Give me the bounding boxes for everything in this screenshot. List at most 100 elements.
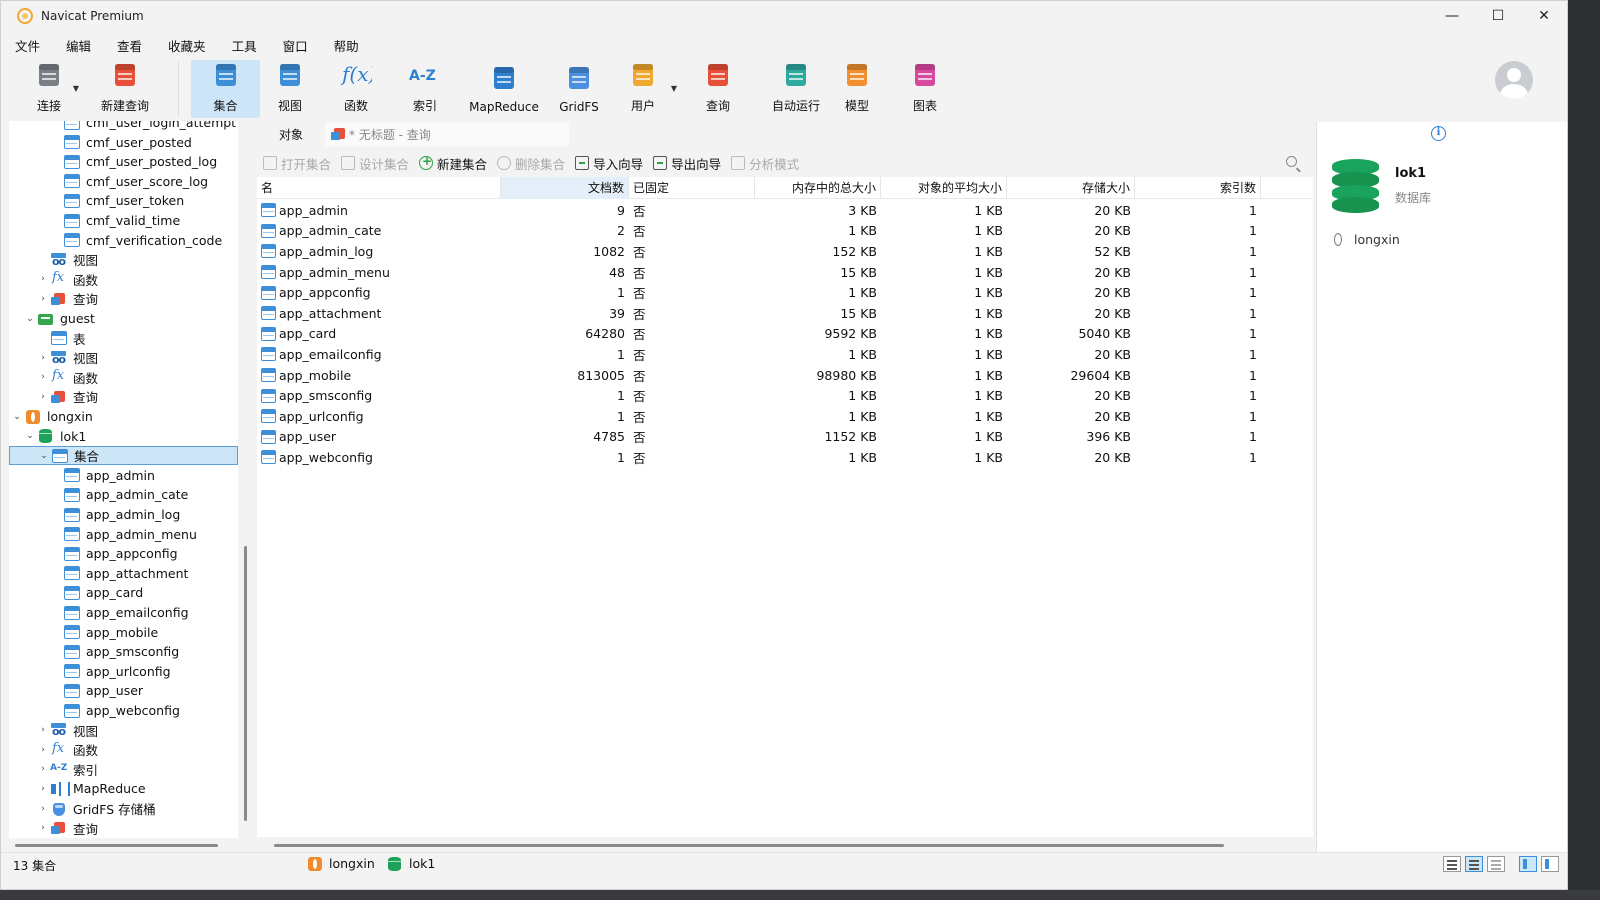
menu-item[interactable]: 查看 bbox=[104, 36, 155, 55]
chevron-down-icon[interactable]: ⌄ bbox=[24, 314, 36, 324]
toolbar-collection-button[interactable]: 集合 bbox=[191, 60, 260, 118]
tree-item[interactable]: cmf_user_posted_log bbox=[9, 152, 238, 171]
chevron-right-icon[interactable]: › bbox=[37, 764, 49, 774]
dropdown-caret-icon[interactable]: ▼ bbox=[671, 84, 677, 93]
table-row[interactable]: app_admin_menu 48 否 15 KB 1 KB 20 KB 1 bbox=[257, 262, 1313, 283]
toolbar-query-button[interactable]: 查询 bbox=[694, 60, 742, 118]
tab-objects[interactable]: 对象 bbox=[257, 122, 325, 146]
tree-item[interactable]: app_admin bbox=[9, 466, 238, 485]
toolbar-gridfs-button[interactable]: GridFS bbox=[553, 60, 605, 118]
tree-item[interactable]: › 视图 bbox=[9, 348, 238, 367]
open-collection-button[interactable]: 打开集合 bbox=[263, 154, 331, 173]
tree-item[interactable]: cmf_user_posted bbox=[9, 133, 238, 152]
tree-item[interactable]: app_smsconfig bbox=[9, 642, 238, 661]
tree-item[interactable]: cmf_user_score_log bbox=[9, 172, 238, 191]
tree-item[interactable]: › 查询 bbox=[9, 819, 238, 838]
chevron-right-icon[interactable]: › bbox=[37, 804, 49, 814]
tree-item[interactable]: › 查询 bbox=[9, 387, 238, 406]
menu-item[interactable]: 帮助 bbox=[321, 36, 372, 55]
menu-item[interactable]: 窗口 bbox=[270, 36, 321, 55]
table-row[interactable]: app_appconfig 1 否 1 KB 1 KB 20 KB 1 bbox=[257, 282, 1313, 303]
chevron-right-icon[interactable]: › bbox=[37, 784, 49, 794]
status-database[interactable]: lok1 bbox=[387, 856, 435, 871]
toolbar-function-button[interactable]: f(x) 函数 bbox=[332, 60, 380, 118]
chevron-right-icon[interactable]: › bbox=[37, 274, 49, 284]
chevron-down-icon[interactable]: ⌄ bbox=[38, 451, 50, 461]
user-avatar[interactable] bbox=[1495, 61, 1533, 99]
tree-item[interactable]: app_admin_cate bbox=[9, 485, 238, 504]
tree-item[interactable]: app_mobile bbox=[9, 623, 238, 642]
tree-item[interactable]: cmf_verification_code bbox=[9, 231, 238, 250]
tree-item[interactable]: cmf_user_login_attempt bbox=[9, 121, 238, 132]
tree-item[interactable]: › 函数 bbox=[9, 740, 238, 759]
column-header[interactable]: 存储大小 bbox=[1007, 177, 1135, 199]
navigator-scrollbar[interactable] bbox=[244, 546, 247, 821]
toolbar-robot-button[interactable]: 自动运行 bbox=[763, 60, 829, 118]
tree-item[interactable]: 视图 bbox=[9, 250, 238, 269]
plus-collection-button[interactable]: 新建集合 bbox=[419, 154, 487, 173]
chevron-down-icon[interactable]: ⌄ bbox=[11, 412, 23, 422]
table-row[interactable]: app_admin_cate 2 否 1 KB 1 KB 20 KB 1 bbox=[257, 221, 1313, 242]
table-row[interactable]: app_user 4785 否 1152 KB 1 KB 396 KB 1 bbox=[257, 427, 1313, 448]
toolbar-user-button[interactable]: 用户 ▼ bbox=[619, 60, 677, 118]
table-row[interactable]: app_webconfig 1 否 1 KB 1 KB 20 KB 1 bbox=[257, 447, 1313, 468]
tree-item[interactable]: app_attachment bbox=[9, 564, 238, 583]
chevron-right-icon[interactable]: › bbox=[37, 725, 49, 735]
tree-item[interactable]: cmf_valid_time bbox=[9, 211, 238, 230]
tree-item[interactable]: ⌄ 集合 bbox=[9, 446, 238, 466]
tree-item[interactable]: app_urlconfig bbox=[9, 662, 238, 681]
toolbar-new-query-button[interactable]: 新建查询 bbox=[97, 60, 153, 118]
import-collection-button[interactable]: 导入向导 bbox=[575, 154, 643, 173]
toolbar-model-button[interactable]: 模型 bbox=[833, 60, 881, 118]
tree-item[interactable]: app_card bbox=[9, 583, 238, 602]
menu-item[interactable]: 收藏夹 bbox=[155, 36, 219, 55]
column-header[interactable]: 文档数 bbox=[501, 177, 629, 199]
column-header[interactable]: 索引数 bbox=[1135, 177, 1261, 199]
tree-item[interactable]: ⌄ guest bbox=[9, 309, 238, 328]
chevron-right-icon[interactable]: › bbox=[37, 353, 49, 363]
menu-item[interactable]: 工具 bbox=[219, 36, 270, 55]
tree-item[interactable]: app_user bbox=[9, 681, 238, 700]
toolbar-plug-button[interactable]: 连接 ▼ bbox=[29, 60, 79, 118]
search-icon[interactable] bbox=[1286, 156, 1297, 167]
tree-item[interactable]: › 查询 bbox=[9, 289, 238, 308]
chevron-right-icon[interactable]: › bbox=[37, 372, 49, 382]
tree-item[interactable]: cmf_user_token bbox=[9, 191, 238, 210]
tree-item[interactable]: app_admin_log bbox=[9, 505, 238, 524]
grid-horizontal-scrollbar[interactable] bbox=[274, 844, 1224, 847]
chevron-right-icon[interactable]: › bbox=[37, 294, 49, 304]
minus-collection-button[interactable]: 删除集合 bbox=[497, 154, 565, 173]
tree-item[interactable]: › 视图 bbox=[9, 721, 238, 740]
tree-item[interactable]: app_webconfig bbox=[9, 701, 238, 720]
chevron-down-icon[interactable]: ⌄ bbox=[24, 431, 36, 441]
tree-item[interactable]: app_emailconfig bbox=[9, 603, 238, 622]
grid-view-icon[interactable] bbox=[1443, 856, 1461, 872]
tree-item[interactable]: › 索引 bbox=[9, 760, 238, 779]
toggle-navigator-icon[interactable] bbox=[1519, 856, 1537, 872]
tree-item[interactable]: › 函数 bbox=[9, 368, 238, 387]
menu-item[interactable]: 文件 bbox=[1, 36, 53, 55]
table-row[interactable]: app_urlconfig 1 否 1 KB 1 KB 20 KB 1 bbox=[257, 406, 1313, 427]
navigator-horizontal-scrollbar[interactable] bbox=[15, 844, 218, 847]
design-collection-button[interactable]: 设计集合 bbox=[341, 154, 409, 173]
dropdown-caret-icon[interactable]: ▼ bbox=[73, 84, 79, 93]
tree-item[interactable]: › GridFS 存储桶 bbox=[9, 799, 238, 818]
table-row[interactable]: app_smsconfig 1 否 1 KB 1 KB 20 KB 1 bbox=[257, 385, 1313, 406]
export-collection-button[interactable]: 导出向导 bbox=[653, 154, 721, 173]
toolbar-mapreduce-button[interactable]: MapReduce bbox=[467, 60, 541, 118]
tree-item[interactable]: › 函数 bbox=[9, 270, 238, 289]
tree-item[interactable]: ⌄ longxin bbox=[9, 407, 238, 426]
table-row[interactable]: app_admin 9 否 3 KB 1 KB 20 KB 1 bbox=[257, 200, 1313, 221]
column-header[interactable]: 对象的平均大小 bbox=[881, 177, 1007, 199]
table-row[interactable]: app_admin_log 1082 否 152 KB 1 KB 52 KB 1 bbox=[257, 241, 1313, 262]
list-view-icon[interactable] bbox=[1465, 856, 1483, 872]
table-row[interactable]: app_emailconfig 1 否 1 KB 1 KB 20 KB 1 bbox=[257, 344, 1313, 365]
tree-item[interactable]: 表 bbox=[9, 329, 238, 348]
tree-item[interactable]: › MapReduce bbox=[9, 779, 238, 798]
maximize-button[interactable]: ☐ bbox=[1475, 1, 1521, 31]
toolbar-view-button[interactable]: 视图 bbox=[266, 60, 314, 118]
toolbar-index-button[interactable]: A-Z 索引 bbox=[401, 60, 449, 118]
chevron-right-icon[interactable]: › bbox=[37, 823, 49, 833]
tree-item[interactable]: ⌄ lok1 bbox=[9, 427, 238, 446]
tab-untitled-query[interactable]: * 无标题 - 查询 bbox=[325, 122, 570, 146]
